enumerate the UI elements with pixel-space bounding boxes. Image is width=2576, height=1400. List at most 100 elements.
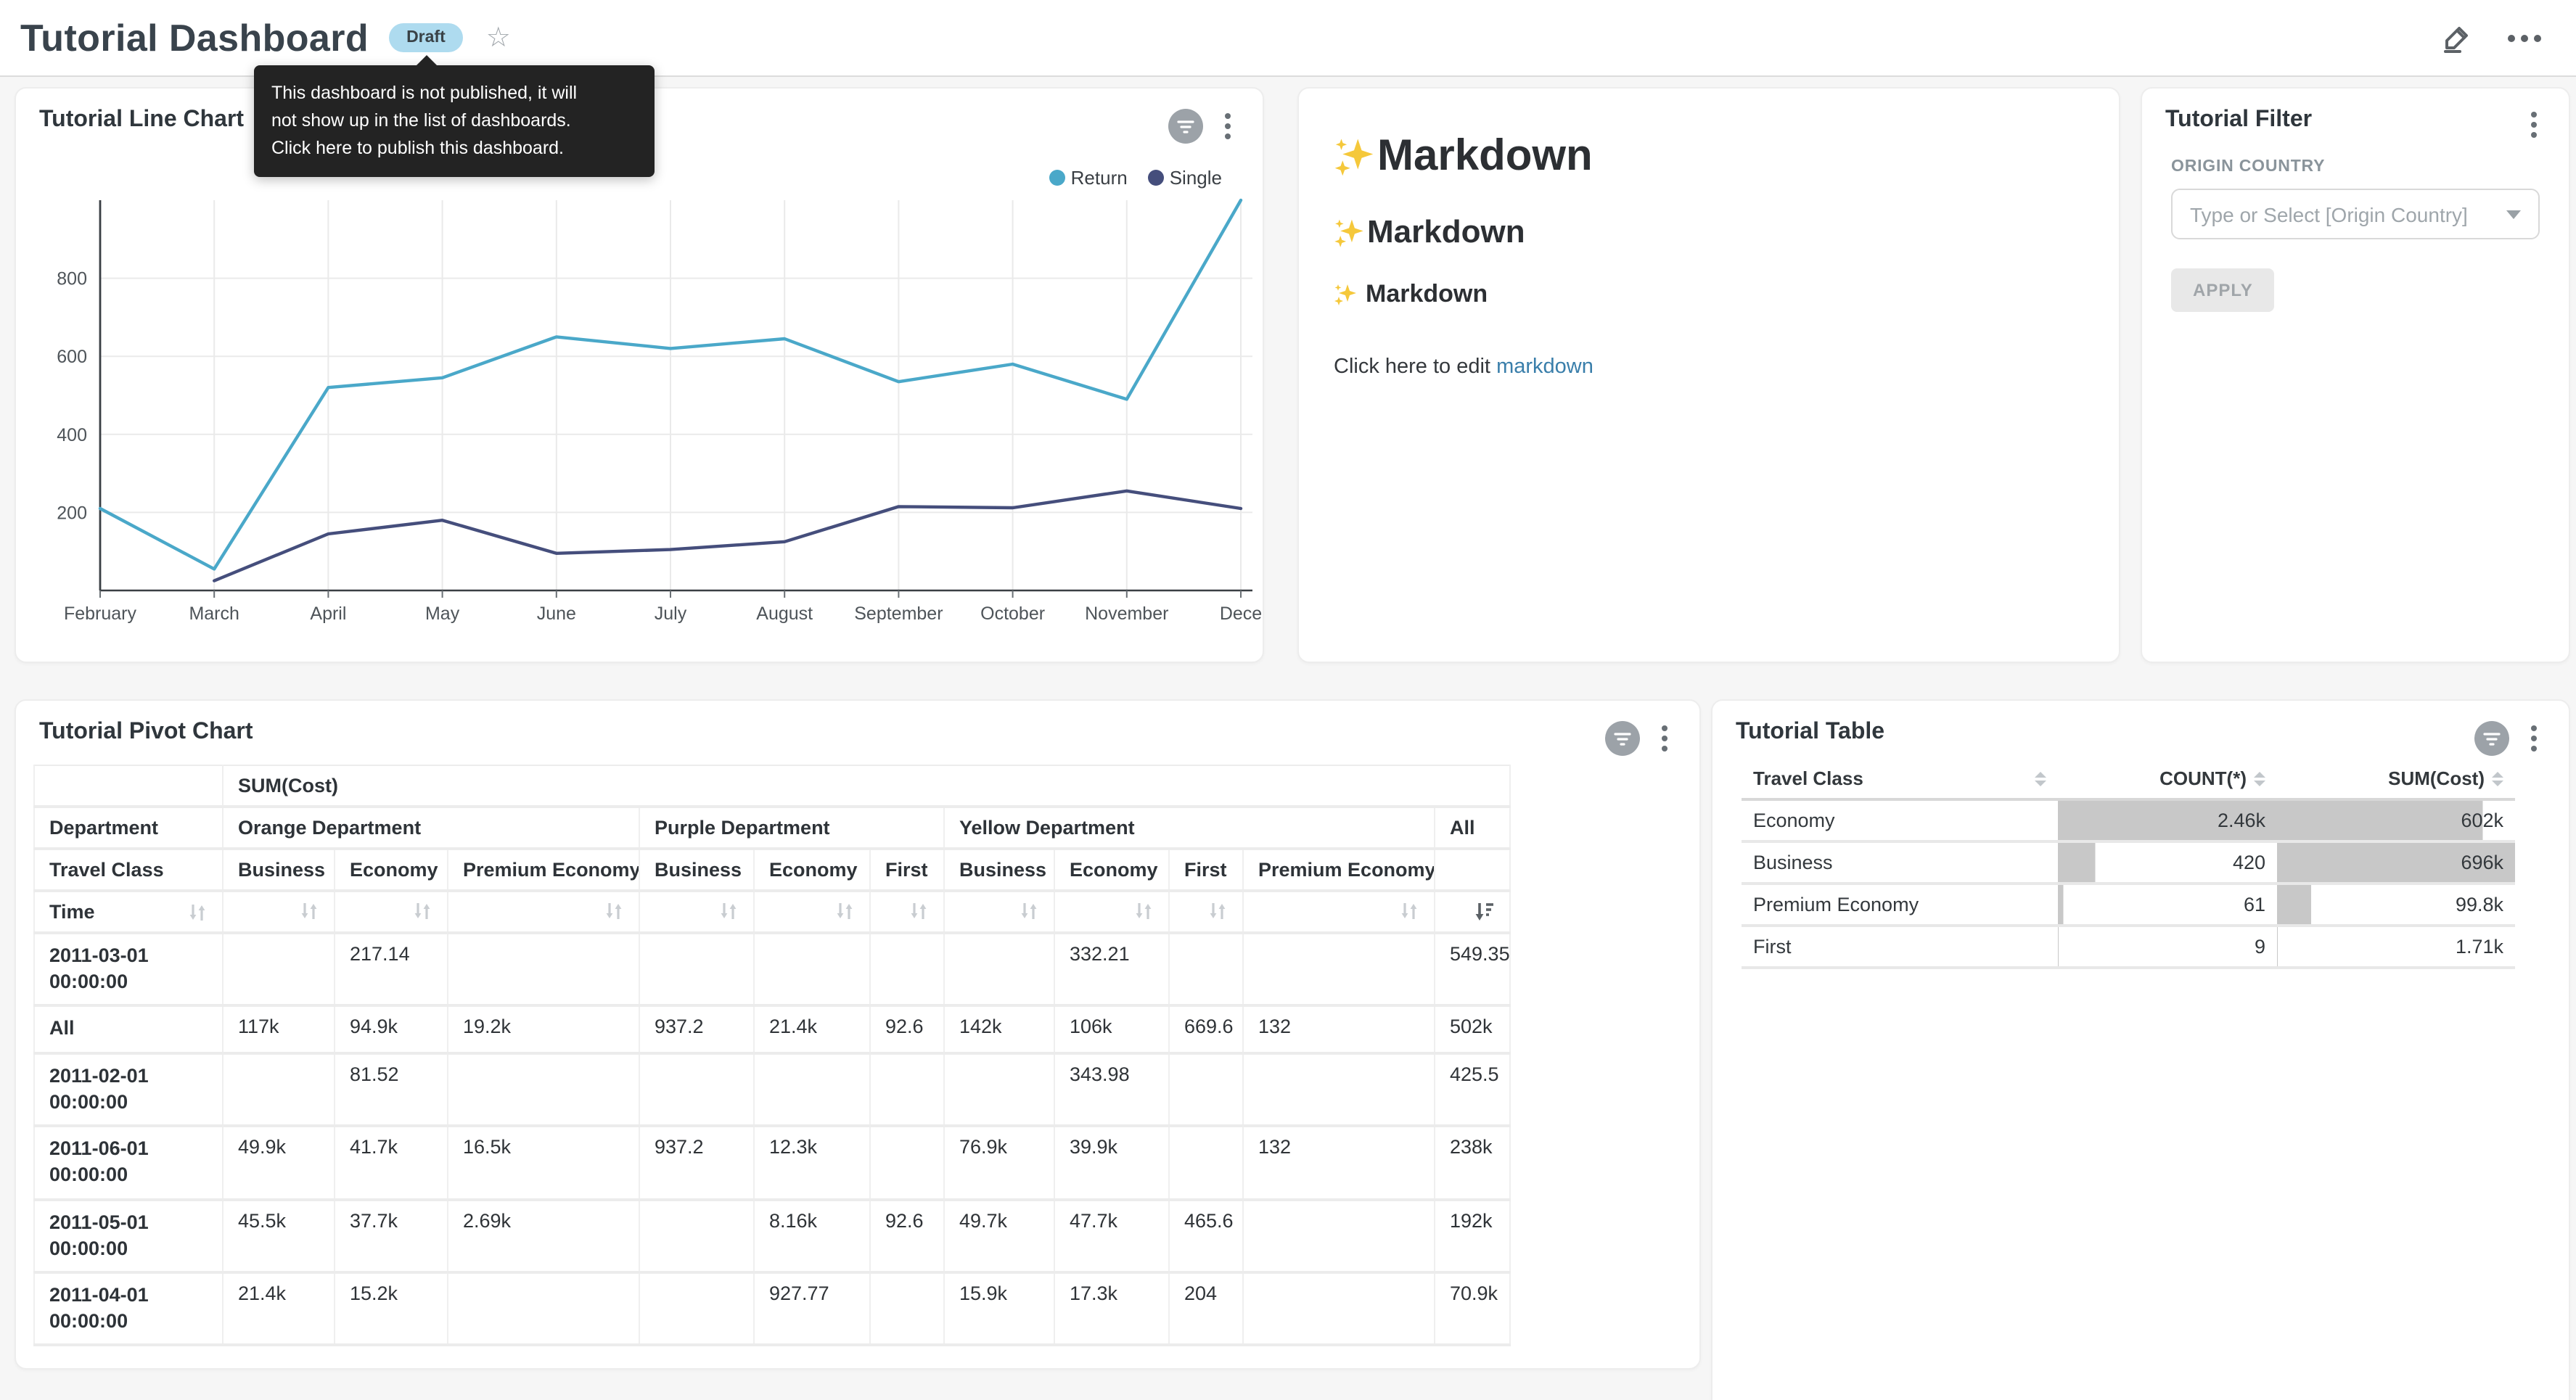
sort-carets-icon[interactable] (2492, 771, 2503, 786)
table-row: First91.71k (1742, 926, 2515, 968)
sort-carets-icon[interactable] (2035, 771, 2046, 786)
panel-title: Tutorial Line Chart (39, 107, 244, 133)
count-cell: 2.46k (2058, 799, 2277, 841)
travel-class-cell: Business (1742, 841, 2058, 884)
pivot-value-cell: 117k (223, 1006, 335, 1053)
pivot-department-label: Department (34, 807, 223, 849)
applied-filters-icon[interactable] (1168, 109, 1203, 144)
pivot-value-cell: 204 (1169, 1272, 1243, 1346)
x-axis-tick: August (756, 604, 813, 624)
y-axis-tick: 600 (57, 347, 87, 367)
x-axis-tick: May (425, 604, 460, 624)
sort-carets-icon[interactable] (2254, 771, 2265, 786)
pivot-sort-cell[interactable] (1243, 891, 1435, 933)
chart-legend: Return Single (1049, 167, 1222, 189)
pivot-sort-cell[interactable] (448, 891, 639, 933)
travel-class-cell: Premium Economy (1742, 884, 2058, 926)
pivot-value-cell (223, 933, 335, 1006)
sort-icon[interactable] (834, 901, 855, 921)
pivot-sort-cell[interactable] (1435, 891, 1510, 933)
kebab-menu-icon[interactable] (1659, 722, 1670, 754)
pivot-department-header: All (1435, 807, 1510, 849)
pivot-row-label: 2011-02-01 00:00:00 (34, 1053, 223, 1126)
applied-filters-icon[interactable] (2474, 721, 2509, 756)
pivot-row-label: 2011-03-01 00:00:00 (34, 933, 223, 1006)
sort-icon[interactable] (908, 901, 929, 921)
filter-panel: Tutorial Filter ORIGIN COUNTRY Type or S… (2141, 87, 2570, 663)
sort-icon[interactable] (1207, 901, 1228, 921)
pivot-corner-cell (34, 765, 223, 807)
travel-class-cell: Economy (1742, 799, 2058, 841)
pivot-value-cell: 425.5 (1435, 1053, 1510, 1126)
pivot-sort-cell[interactable] (223, 891, 335, 933)
sort-icon[interactable] (604, 901, 624, 921)
sparkles-icon (1334, 136, 1374, 177)
sort-icon[interactable] (718, 901, 739, 921)
kebab-menu-icon[interactable] (2528, 722, 2540, 754)
sum-cost-cell: 1.71k (2277, 926, 2515, 968)
sort-icon[interactable] (299, 901, 319, 921)
favorite-star-icon[interactable]: ☆ (486, 24, 511, 52)
sort-icon[interactable] (1133, 901, 1154, 921)
pivot-sort-cell[interactable] (1054, 891, 1169, 933)
markdown-panel: Markdown Markdown Markdown Click here to… (1297, 87, 2120, 663)
pivot-travel-class-header: Economy (1054, 849, 1169, 891)
line-chart: 200400600800FebruaryMarchAprilMayJuneJul… (16, 196, 1261, 646)
pivot-sort-cell[interactable] (639, 891, 754, 933)
pivot-metric-header: SUM(Cost) (223, 765, 1510, 807)
sparkles-icon (1334, 217, 1364, 247)
sort-icon[interactable] (412, 901, 432, 921)
y-axis-tick: 400 (57, 425, 87, 445)
pivot-sort-cell[interactable] (944, 891, 1054, 933)
legend-item-single[interactable]: Single (1148, 167, 1222, 189)
pivot-value-cell: 2.69k (448, 1199, 639, 1272)
pivot-time-header[interactable]: Time (34, 891, 223, 933)
pivot-value-cell (1243, 1053, 1435, 1126)
select-placeholder: Type or Select [Origin Country] (2190, 202, 2468, 226)
apply-button[interactable]: APPLY (2171, 268, 2275, 312)
kebab-menu-icon[interactable] (2528, 109, 2540, 141)
pivot-sort-cell[interactable] (335, 891, 448, 933)
pivot-sort-cell[interactable] (870, 891, 944, 933)
pivot-value-cell: 937.2 (639, 1126, 754, 1199)
panel-title: Tutorial Pivot Chart (39, 720, 253, 746)
series-line-single[interactable] (214, 491, 1241, 581)
pivot-sort-cell[interactable] (754, 891, 870, 933)
pivot-value-cell: 15.9k (944, 1272, 1054, 1346)
pivot-value-cell: 94.9k (335, 1006, 448, 1053)
table-column-header[interactable]: Travel Class (1742, 759, 2058, 799)
pivot-value-cell: 332.21 (1054, 933, 1169, 1006)
x-axis-tick: April (310, 604, 346, 624)
pivot-row: All117k94.9k19.2k937.221.4k92.6142k106k6… (34, 1006, 1510, 1053)
pivot-value-cell (1169, 933, 1243, 1006)
pivot-value-cell: 19.2k (448, 1006, 639, 1053)
column-header-label: SUM(Cost) (2388, 767, 2485, 789)
pivot-row: 2011-06-01 00:00:0049.9k41.7k16.5k937.21… (34, 1126, 1510, 1199)
legend-item-return[interactable]: Return (1049, 167, 1128, 189)
more-ellipsis-icon[interactable] (2508, 34, 2541, 41)
sort-icon[interactable] (187, 902, 208, 922)
pivot-value-cell: 76.9k (944, 1126, 1054, 1199)
table-row: Economy2.46k602k (1742, 799, 2515, 841)
pivot-sort-cell[interactable] (1169, 891, 1243, 933)
table-column-header[interactable]: SUM(Cost) (2277, 759, 2515, 799)
edit-pencil-icon[interactable] (2441, 22, 2473, 54)
pivot-value-cell: 217.14 (335, 933, 448, 1006)
pivot-value-cell: 192k (1435, 1199, 1510, 1272)
origin-country-select[interactable]: Type or Select [Origin Country] (2171, 189, 2540, 239)
draft-badge[interactable]: Draft (389, 23, 463, 52)
pivot-value-cell (639, 1199, 754, 1272)
pivot-travel-class-header: Premium Economy (448, 849, 639, 891)
kebab-menu-icon[interactable] (1222, 110, 1234, 142)
sort-icon[interactable] (1019, 901, 1039, 921)
table-column-header[interactable]: COUNT(*) (2058, 759, 2277, 799)
applied-filters-icon[interactable] (1605, 721, 1640, 756)
x-axis-tick: June (537, 604, 576, 624)
pivot-value-cell: 343.98 (1054, 1053, 1169, 1126)
pivot-row: 2011-04-01 00:00:0021.4k15.2k927.7715.9k… (34, 1272, 1510, 1346)
count-cell: 420 (2058, 841, 2277, 884)
edit-markdown-link[interactable]: markdown (1496, 355, 1593, 379)
sort-icon[interactable] (1399, 901, 1419, 921)
markdown-h2-text: Markdown (1367, 213, 1525, 251)
sort-descending-icon[interactable] (1473, 901, 1495, 923)
